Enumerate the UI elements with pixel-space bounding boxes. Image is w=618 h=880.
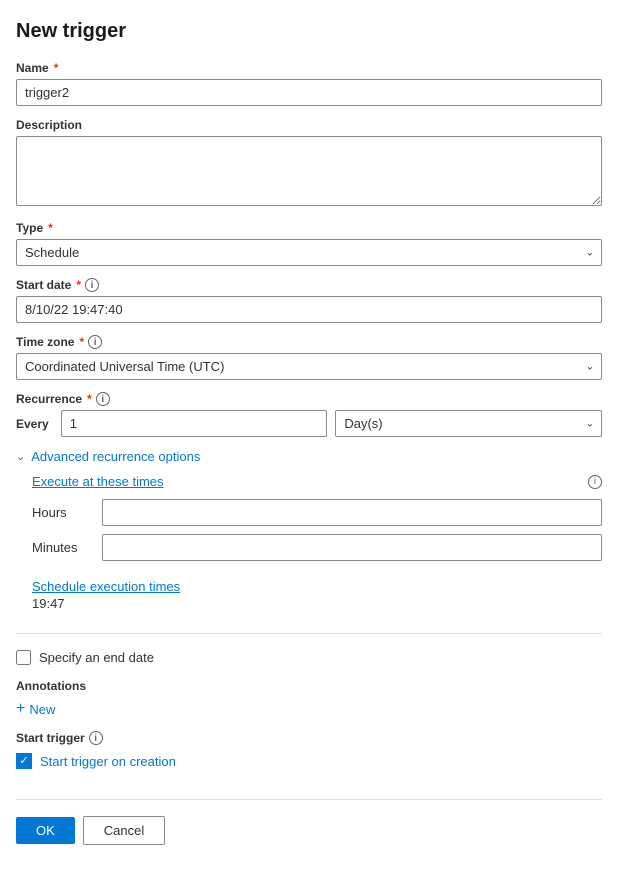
description-label: Description (16, 118, 602, 132)
annotations-section: Annotations + New (16, 679, 602, 717)
minutes-input[interactable] (102, 534, 602, 561)
new-label: New (29, 702, 55, 717)
name-label: Name* (16, 61, 602, 75)
advanced-title: Advanced recurrence options (31, 449, 200, 464)
timezone-label: Time zone* i (16, 335, 602, 349)
plus-icon: + (16, 701, 25, 717)
start-date-field-group: Start date* i (16, 278, 602, 323)
start-trigger-checkbox-label[interactable]: Start trigger on creation (40, 754, 176, 769)
execute-fields: Hours Minutes (32, 499, 602, 561)
timezone-info-icon[interactable]: i (88, 335, 102, 349)
schedule-time: 19:47 (32, 596, 602, 611)
start-trigger-section: Start trigger i ✓ Start trigger on creat… (16, 731, 602, 769)
recurrence-row: Every Day(s) Hour(s) Minute(s) Week(s) M… (16, 410, 602, 437)
schedule-section: Schedule execution times 19:47 (32, 571, 602, 611)
advanced-chevron-icon: ⌄ (16, 450, 25, 463)
timezone-select[interactable]: Coordinated Universal Time (UTC) (16, 353, 602, 380)
end-date-checkbox[interactable] (16, 650, 31, 665)
end-date-row: Specify an end date (16, 650, 602, 665)
start-date-info-icon[interactable]: i (85, 278, 99, 292)
recurrence-field-group: Recurrence* i Every Day(s) Hour(s) Minut… (16, 392, 602, 437)
timezone-field-group: Time zone* i Coordinated Universal Time … (16, 335, 602, 380)
every-label: Every (16, 417, 49, 431)
description-field-group: Description (16, 118, 602, 209)
description-input[interactable] (16, 136, 602, 206)
start-trigger-checkbox[interactable]: ✓ (16, 753, 32, 769)
start-trigger-row: ✓ Start trigger on creation (16, 753, 602, 769)
type-field-group: Type* Schedule Tumbling window Storage e… (16, 221, 602, 266)
recurrence-unit-select[interactable]: Day(s) Hour(s) Minute(s) Week(s) Month(s… (335, 410, 602, 437)
start-date-label: Start date* i (16, 278, 602, 292)
start-trigger-label: Start trigger i (16, 731, 602, 745)
cancel-button[interactable]: Cancel (83, 816, 165, 845)
schedule-execution-link[interactable]: Schedule execution times (32, 579, 180, 594)
divider (16, 633, 602, 634)
execute-section: Execute at these times i Hours Minutes (32, 474, 602, 611)
hours-row: Hours (32, 499, 602, 526)
timezone-select-wrapper: Coordinated Universal Time (UTC) ⌄ (16, 353, 602, 380)
recurrence-label: Recurrence* i (16, 392, 602, 406)
hours-label: Hours (32, 505, 92, 520)
execute-title[interactable]: Execute at these times (32, 474, 164, 489)
type-label: Type* (16, 221, 602, 235)
minutes-label: Minutes (32, 540, 92, 555)
end-date-label: Specify an end date (39, 650, 154, 665)
start-date-input[interactable] (16, 296, 602, 323)
execute-info-icon[interactable]: i (588, 475, 602, 489)
name-field-group: Name* (16, 61, 602, 106)
type-select[interactable]: Schedule Tumbling window Storage events … (16, 239, 602, 266)
recurrence-every-input[interactable] (61, 410, 328, 437)
name-input[interactable] (16, 79, 602, 106)
annotations-label: Annotations (16, 679, 602, 693)
advanced-recurrence-section: ⌄ Advanced recurrence options Execute at… (16, 449, 602, 611)
footer-bar: OK Cancel (16, 799, 602, 845)
checkmark-icon: ✓ (19, 756, 28, 767)
page-title: New trigger (16, 20, 602, 43)
execute-header: Execute at these times i (32, 474, 602, 489)
recurrence-info-icon[interactable]: i (96, 392, 110, 406)
advanced-header[interactable]: ⌄ Advanced recurrence options (16, 449, 602, 464)
hours-input[interactable] (102, 499, 602, 526)
minutes-row: Minutes (32, 534, 602, 561)
type-select-wrapper: Schedule Tumbling window Storage events … (16, 239, 602, 266)
new-annotation-button[interactable]: + New (16, 701, 55, 717)
start-trigger-info-icon[interactable]: i (89, 731, 103, 745)
ok-button[interactable]: OK (16, 817, 75, 844)
